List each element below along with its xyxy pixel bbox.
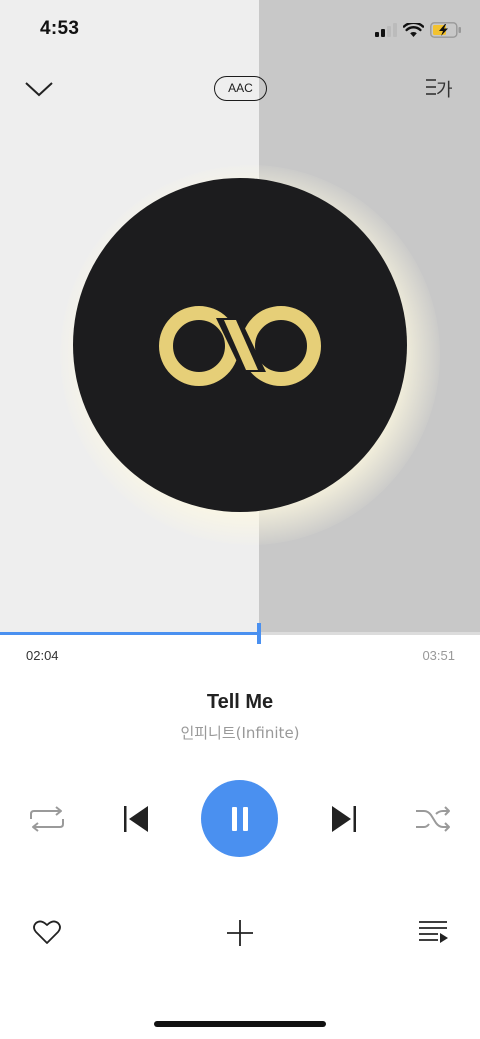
track-title: Tell Me [206,691,274,713]
playlist-icon [419,921,448,943]
progress-fill [0,632,259,635]
collapse-button[interactable] [22,76,56,102]
playlist-queue-button[interactable] [414,914,452,950]
cellular-signal-icon [375,23,397,37]
like-button[interactable] [30,915,64,949]
skip-previous-icon [124,806,148,832]
battery-charging-icon [430,22,461,38]
home-indicator [154,1021,326,1027]
next-button[interactable] [326,800,362,838]
heart-icon [33,920,61,944]
status-bar: 4:53 [0,0,480,60]
play-pause-button[interactable] [201,780,278,857]
progress-handle[interactable] [256,623,261,644]
lyrics-glyph: 가 [436,80,453,101]
repeat-icon [30,806,64,832]
lyrics-button[interactable]: 가 [425,75,459,101]
shuffle-button[interactable] [412,802,454,836]
add-to-playlist-button[interactable] [222,915,258,951]
infinity-logo-icon [159,306,321,386]
wifi-icon [403,22,424,37]
previous-button[interactable] [118,800,154,838]
pause-icon [231,806,248,831]
total-time: 03:51 [422,648,455,663]
status-icons [375,20,462,40]
shuffle-icon [416,806,450,832]
plus-icon [227,920,253,946]
chevron-down-icon [25,82,53,97]
repeat-button[interactable] [26,802,68,836]
skip-next-icon [332,806,356,832]
status-time: 4:53 [40,18,80,39]
track-artist[interactable]: 인피니트(Infinite) [0,722,480,743]
progress-bar[interactable] [0,623,480,644]
codec-badge[interactable]: AAC [214,76,267,101]
current-time: 02:04 [26,648,59,663]
